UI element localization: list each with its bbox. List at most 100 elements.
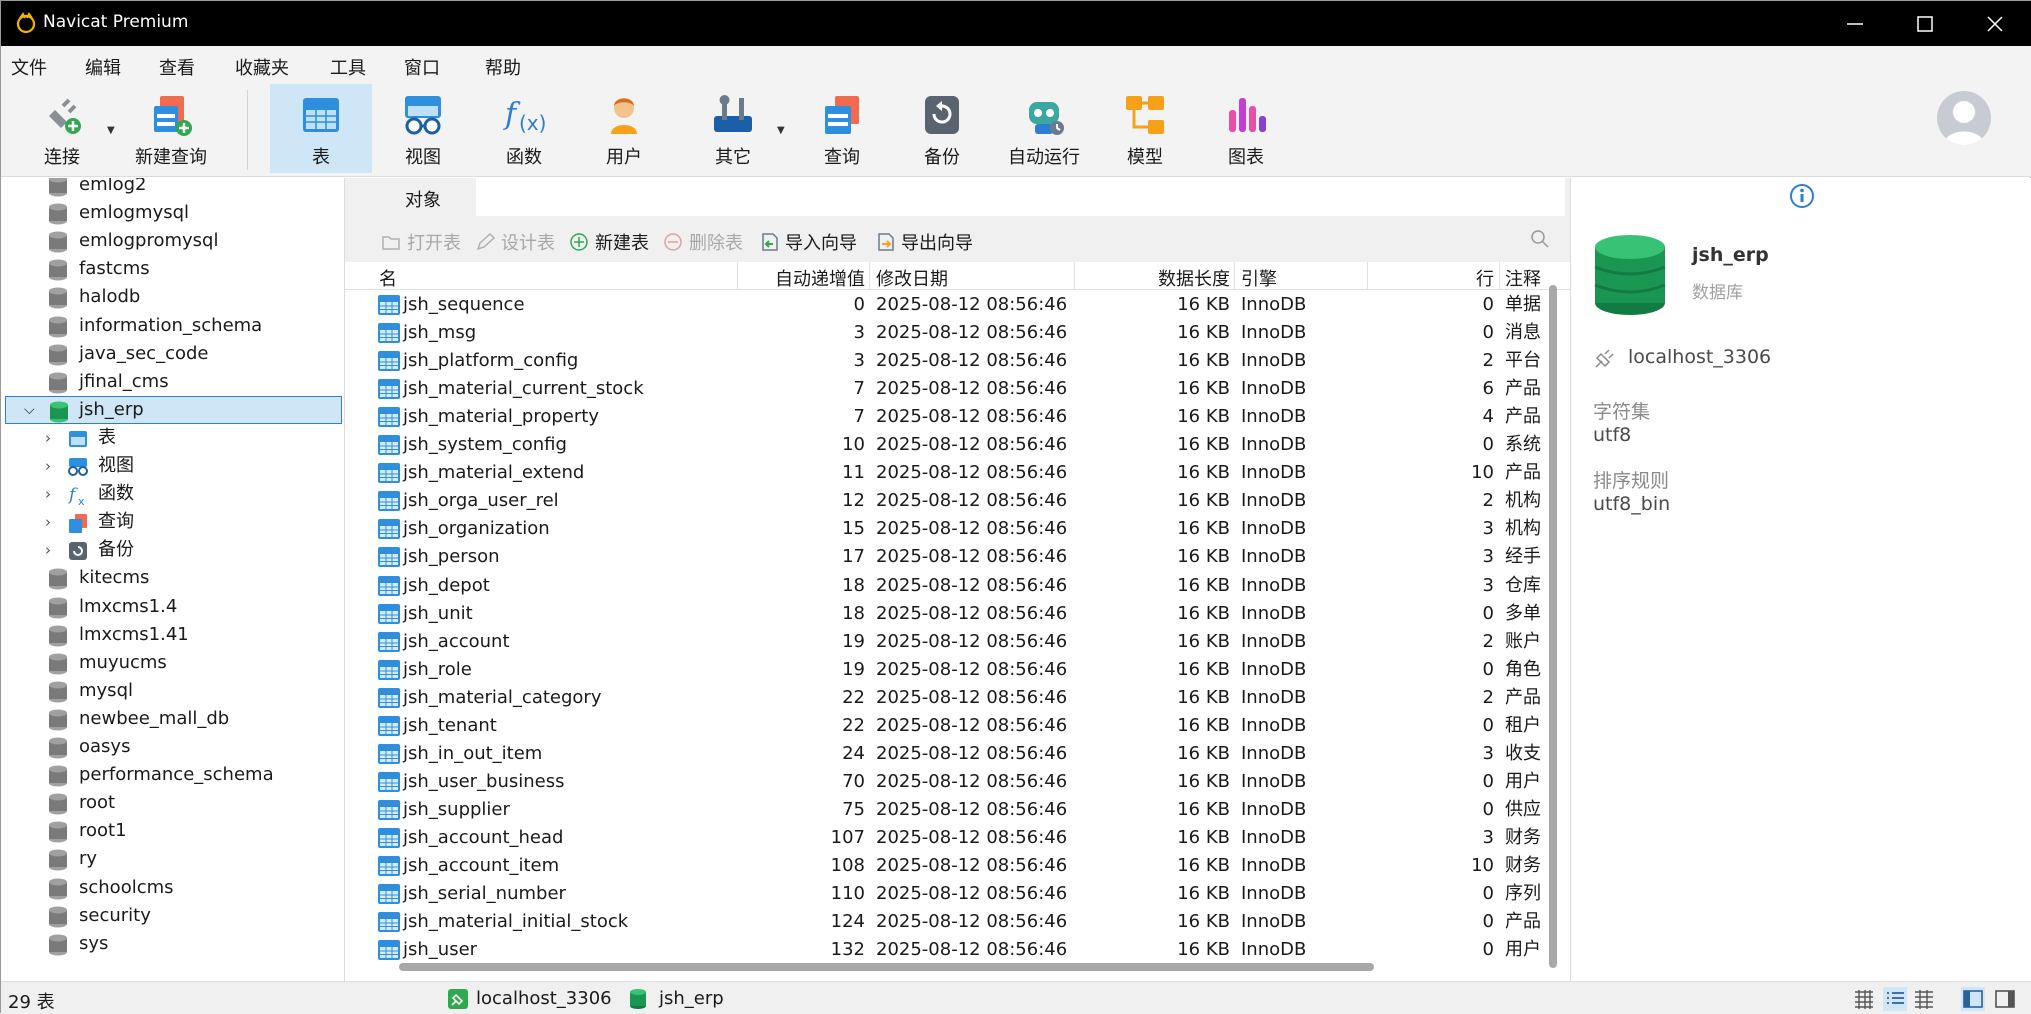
table-row[interactable]: jsh_material_extend 11 2025-08-12 08:56:46… xyxy=(345,459,1545,487)
chevron-right-icon[interactable]: › xyxy=(45,452,51,480)
tree-database-item[interactable]: performance_schema xyxy=(48,761,338,789)
table-row[interactable]: jsh_user_business 70 2025-08-12 08:56:46 16… xyxy=(345,768,1545,796)
table-row[interactable]: jsh_orga_user_rel 12 2025-08-12 08:56:46 16… xyxy=(345,487,1545,515)
chevron-right-icon[interactable]: › xyxy=(45,424,51,452)
tree-database-item[interactable]: emlogmysql xyxy=(48,199,338,227)
grid-view-icon[interactable] xyxy=(1853,989,1875,1009)
design-table-button[interactable]: 设计表 xyxy=(475,229,555,255)
chevron-down-icon[interactable]: ⌵ xyxy=(24,396,35,424)
tree-database-selected[interactable]: ⌵ jsh_erp xyxy=(5,395,342,424)
table-row[interactable]: jsh_unit 18 2025-08-12 08:56:46 16 KB InnoDB… xyxy=(345,600,1545,628)
tree-database-item[interactable]: kitecms xyxy=(48,564,338,592)
view-button[interactable]: 视图 xyxy=(372,84,474,173)
menu-tools[interactable]: 工具 xyxy=(330,54,366,80)
chevron-right-icon[interactable]: › xyxy=(45,508,51,536)
table-row[interactable]: jsh_material_current_stock 7 2025-08-12 08… xyxy=(345,375,1545,403)
tree-queries-node[interactable]: › 查询 xyxy=(45,508,335,536)
table-row[interactable]: jsh_account 19 2025-08-12 08:56:46 16 KB Inn… xyxy=(345,628,1545,656)
query-button[interactable]: 查询 xyxy=(792,84,892,173)
user-button[interactable]: 用户 xyxy=(574,84,674,173)
tree-views-node[interactable]: › 视图 xyxy=(45,452,335,480)
table-row[interactable]: jsh_depot 18 2025-08-12 08:56:46 16 KB InnoD… xyxy=(345,572,1545,600)
menu-help[interactable]: 帮助 xyxy=(485,54,521,80)
table-row[interactable]: jsh_material_initial_stock 124 2025-08-12 … xyxy=(345,908,1545,936)
chevron-right-icon[interactable]: › xyxy=(45,536,51,564)
table-row[interactable]: jsh_tenant 22 2025-08-12 08:56:46 16 KB Inno… xyxy=(345,712,1545,740)
table-row[interactable]: jsh_supplier 75 2025-08-12 08:56:46 16 KB In… xyxy=(345,796,1545,824)
tree-database-item[interactable]: security xyxy=(48,902,338,930)
tree-database-item[interactable]: schoolcms xyxy=(48,874,338,902)
chevron-right-icon[interactable]: › xyxy=(45,480,51,508)
menu-file[interactable]: 文件 xyxy=(11,54,47,80)
tree-database-item[interactable]: oasys xyxy=(48,733,338,761)
menu-view[interactable]: 查看 xyxy=(159,54,195,80)
table-row[interactable]: jsh_platform_config 3 2025-08-12 08:56:46 1… xyxy=(345,347,1545,375)
tree-database-item[interactable]: lmxcms1.41 xyxy=(48,621,338,649)
delete-table-button[interactable]: 删除表 xyxy=(663,229,743,255)
tree-database-item[interactable]: emlogpromysql xyxy=(48,227,338,255)
table-row[interactable]: jsh_role 19 2025-08-12 08:56:46 16 KB InnoDB… xyxy=(345,656,1545,684)
new-table-button[interactable]: 新建表 xyxy=(569,229,649,255)
table-button[interactable]: 表 xyxy=(270,84,372,173)
menu-favorites[interactable]: 收藏夹 xyxy=(235,54,289,80)
export-wizard-button[interactable]: 导出向导 xyxy=(875,229,973,255)
table-row[interactable]: jsh_organization 15 2025-08-12 08:56:46 16 … xyxy=(345,515,1545,543)
connect-dropdown[interactable]: ▼ xyxy=(105,84,121,173)
tree-database-item[interactable]: information_schema xyxy=(48,312,338,340)
grid-horizontal-scrollbar[interactable] xyxy=(399,963,1374,971)
other-button[interactable]: 其它 xyxy=(683,84,783,173)
user-avatar[interactable] xyxy=(1937,91,1991,145)
maximize-button[interactable] xyxy=(1890,1,1960,46)
tree-database-item[interactable]: root1 xyxy=(48,817,338,845)
table-row[interactable]: jsh_msg 3 2025-08-12 08:56:46 16 KB InnoDB 0 消… xyxy=(345,319,1545,347)
tree-database-item[interactable]: sys xyxy=(48,930,338,958)
open-table-button[interactable]: 打开表 xyxy=(381,229,461,255)
status-connection[interactable]: localhost_3306 xyxy=(476,988,612,1009)
toggle-right-panel-icon[interactable] xyxy=(1993,987,2017,1011)
table-row[interactable]: jsh_user 132 2025-08-12 08:56:46 16 KB InnoD… xyxy=(345,936,1545,962)
auto-run-button[interactable]: 自动运行 xyxy=(992,84,1096,173)
menu-window[interactable]: 窗口 xyxy=(404,54,440,80)
minimize-button[interactable] xyxy=(1820,1,1890,46)
info-icon[interactable] xyxy=(1789,183,1815,209)
tree-database-item[interactable]: java_sec_code xyxy=(48,340,338,368)
tree-database-item[interactable]: lmxcms1.4 xyxy=(48,593,338,621)
detail-view-icon[interactable] xyxy=(1913,989,1935,1009)
tree-database-item[interactable]: mysql xyxy=(48,677,338,705)
backup-button[interactable]: 备份 xyxy=(892,84,992,173)
table-row[interactable]: jsh_serial_number 110 2025-08-12 08:56:46 1… xyxy=(345,880,1545,908)
col-header-comment[interactable]: 注释 xyxy=(1505,265,1541,291)
table-row[interactable]: jsh_in_out_item 24 2025-08-12 08:56:46 16 K… xyxy=(345,740,1545,768)
list-view-icon[interactable] xyxy=(1883,987,1907,1011)
import-wizard-button[interactable]: 导入向导 xyxy=(759,229,857,255)
table-row[interactable]: jsh_sequence 0 2025-08-12 08:56:46 16 KB Inn… xyxy=(345,291,1545,319)
status-database[interactable]: jsh_erp xyxy=(659,988,724,1009)
table-row[interactable]: jsh_material_property 7 2025-08-12 08:56:4… xyxy=(345,403,1545,431)
close-button[interactable] xyxy=(1960,1,2030,46)
tree-database-item[interactable]: ry xyxy=(48,845,338,873)
tree-database-item[interactable]: halodb xyxy=(48,283,338,311)
tree-database-item[interactable]: muyucms xyxy=(48,649,338,677)
table-row[interactable]: jsh_account_item 108 2025-08-12 08:56:46 16… xyxy=(345,852,1545,880)
toggle-left-panel-icon[interactable] xyxy=(1961,987,1985,1011)
function-button[interactable]: f (x) 函数 xyxy=(474,84,574,173)
tab-objects[interactable]: 对象 xyxy=(405,186,441,212)
connect-button[interactable]: 连接 xyxy=(23,84,101,173)
table-row[interactable]: jsh_system_config 10 2025-08-12 08:56:46 16… xyxy=(345,431,1545,459)
search-icon[interactable] xyxy=(1530,229,1550,249)
tree-database-item[interactable]: fastcms xyxy=(48,255,338,283)
grid-vertical-scrollbar[interactable] xyxy=(1549,285,1557,968)
table-row[interactable]: jsh_material_category 22 2025-08-12 08:56:… xyxy=(345,684,1545,712)
tree-database-item[interactable]: jfinal_cms xyxy=(48,368,338,396)
col-header-rows[interactable]: 行 xyxy=(345,265,1494,291)
menu-edit[interactable]: 编辑 xyxy=(85,54,121,80)
other-dropdown[interactable]: ▼ xyxy=(775,84,791,173)
tree-backups-node[interactable]: › 备份 xyxy=(45,536,335,564)
table-row[interactable]: jsh_person 17 2025-08-12 08:56:46 16 KB Inno… xyxy=(345,543,1545,571)
tree-tables-node[interactable]: › 表 xyxy=(45,424,335,452)
model-button[interactable]: 模型 xyxy=(1096,84,1194,173)
table-row[interactable]: jsh_account_head 107 2025-08-12 08:56:46 16… xyxy=(345,824,1545,852)
tree-database-item[interactable]: emlog2 xyxy=(48,178,338,199)
tree-functions-node[interactable]: › f x 函数 xyxy=(45,480,335,508)
chart-button[interactable]: 图表 xyxy=(1194,84,1298,173)
